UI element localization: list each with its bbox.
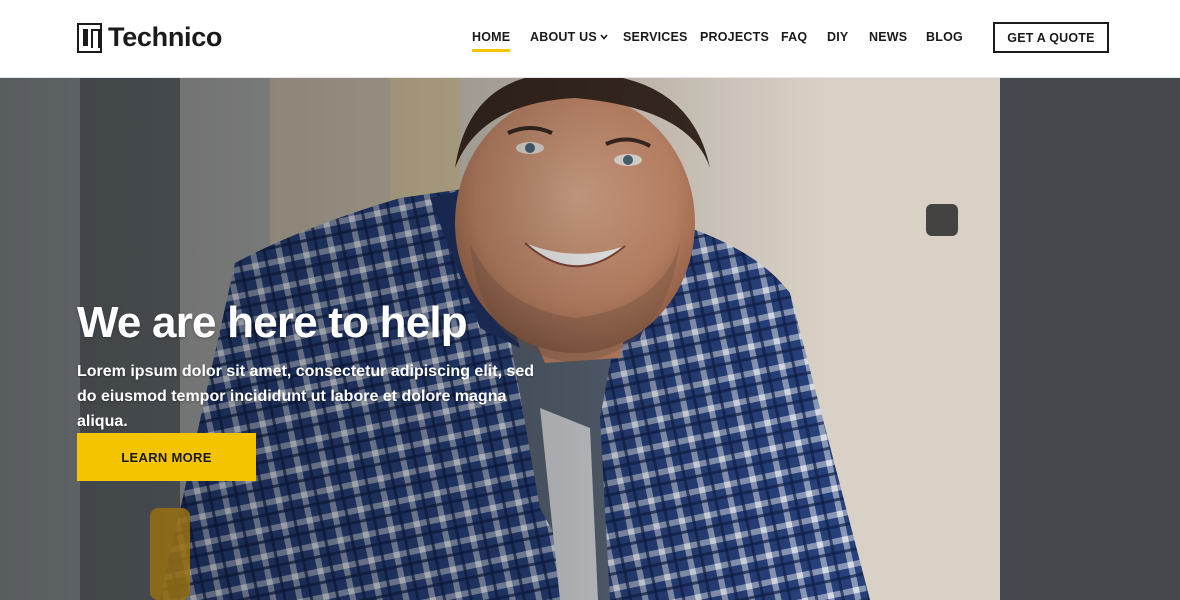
- nav-item-news[interactable]: NEWS: [869, 30, 907, 44]
- nav-item-label: HOME: [472, 30, 511, 44]
- hero-section: We are here to help Lorem ipsum dolor si…: [0, 78, 1180, 600]
- nav-item-about-us[interactable]: ABOUT US: [530, 30, 608, 44]
- nav-item-diy[interactable]: DIY: [827, 30, 848, 44]
- nav-item-label: PROJECTS: [700, 30, 769, 44]
- get-a-quote-button[interactable]: GET A QUOTE: [993, 22, 1109, 53]
- nav-item-home[interactable]: HOME: [472, 30, 511, 52]
- nav-item-projects[interactable]: PROJECTS: [700, 30, 769, 44]
- nav-item-label: BLOG: [926, 30, 963, 44]
- hero-title: We are here to help: [77, 298, 468, 347]
- get-a-quote-label: GET A QUOTE: [1007, 30, 1095, 45]
- learn-more-label: LEARN MORE: [121, 449, 212, 465]
- nav-item-label: ABOUT US: [530, 30, 597, 44]
- nav-item-blog[interactable]: BLOG: [926, 30, 963, 44]
- chevron-down-icon: [600, 32, 608, 43]
- nav-item-label: FAQ: [781, 30, 808, 44]
- nav-item-services[interactable]: SERVICES: [623, 30, 688, 44]
- nav-item-label: SERVICES: [623, 30, 688, 44]
- nav-item-label: DIY: [827, 30, 849, 44]
- learn-more-button[interactable]: LEARN MORE: [77, 433, 256, 481]
- site-header: Technico HOME ABOUT US SERVICES PROJECTS…: [0, 0, 1180, 78]
- nav-item-label: NEWS: [869, 30, 908, 44]
- nav-item-faq[interactable]: FAQ: [781, 30, 807, 44]
- hero-description: Lorem ipsum dolor sit amet, consectetur …: [77, 363, 534, 430]
